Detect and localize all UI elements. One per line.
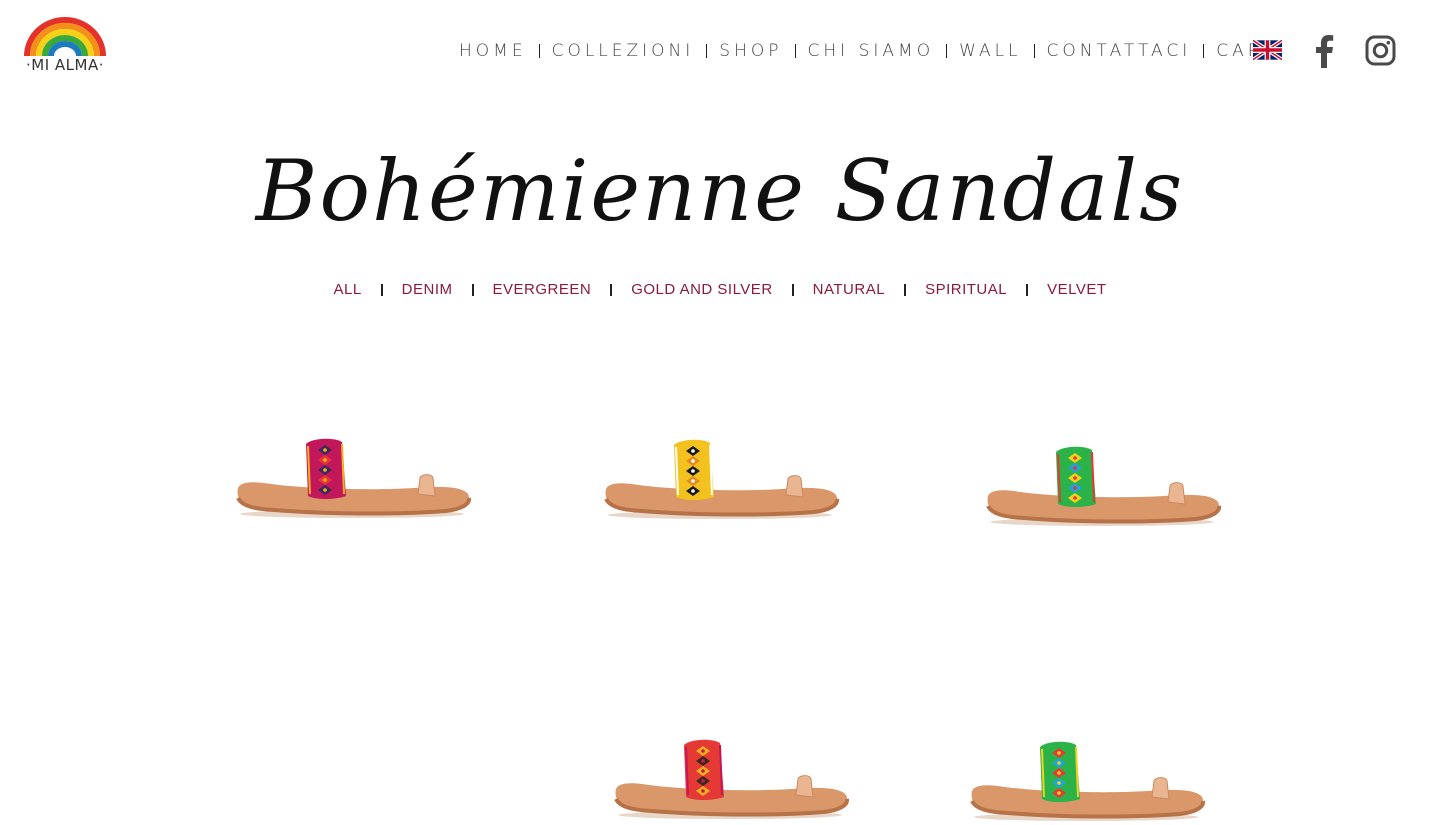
- filter-velvet[interactable]: VELVET: [1028, 281, 1125, 298]
- main-nav: HOME COLLEZIONI SHOP CHI SIAMO WALL CONT…: [447, 38, 1289, 64]
- nav-chi-siamo[interactable]: CHI SIAMO: [796, 41, 947, 61]
- rainbow-icon: [24, 17, 106, 57]
- sandal-image: [236, 438, 472, 518]
- logo-text: ·MI ALMA·: [26, 56, 104, 74]
- product-sandal-1[interactable]: [234, 436, 472, 522]
- collection-filters: ALL DENIM EVERGREEN GOLD AND SILVER NATU…: [0, 281, 1440, 298]
- product-sandal-5[interactable]: [968, 739, 1206, 825]
- sandal-image: [614, 739, 850, 819]
- sandal-image: [970, 741, 1206, 821]
- sandal-image: [604, 439, 840, 519]
- nav-shop[interactable]: SHOP: [707, 41, 794, 61]
- uk-flag-icon[interactable]: [1251, 38, 1284, 62]
- nav-contattaci[interactable]: CONTATTACI: [1035, 41, 1204, 61]
- product-sandal-2[interactable]: [602, 437, 840, 523]
- filter-gold-and-silver[interactable]: GOLD AND SILVER: [612, 281, 791, 298]
- instagram-icon[interactable]: [1365, 35, 1396, 66]
- nav-home[interactable]: HOME: [447, 41, 539, 61]
- page-title: Bohémienne Sandals: [255, 142, 1185, 240]
- brand-logo[interactable]: ·MI ALMA·: [24, 16, 106, 84]
- filter-denim[interactable]: DENIM: [383, 281, 472, 298]
- filter-spiritual[interactable]: SPIRITUAL: [906, 281, 1026, 298]
- filter-all[interactable]: ALL: [314, 281, 380, 298]
- filter-natural[interactable]: NATURAL: [794, 281, 904, 298]
- product-sandal-3[interactable]: [984, 444, 1222, 530]
- product-sandal-4[interactable]: [612, 737, 850, 823]
- filter-evergreen[interactable]: EVERGREEN: [474, 281, 611, 298]
- nav-collezioni[interactable]: COLLEZIONI: [540, 41, 707, 61]
- sandal-image: [986, 446, 1222, 526]
- facebook-icon[interactable]: [1310, 34, 1338, 68]
- nav-wall[interactable]: WALL: [947, 41, 1033, 61]
